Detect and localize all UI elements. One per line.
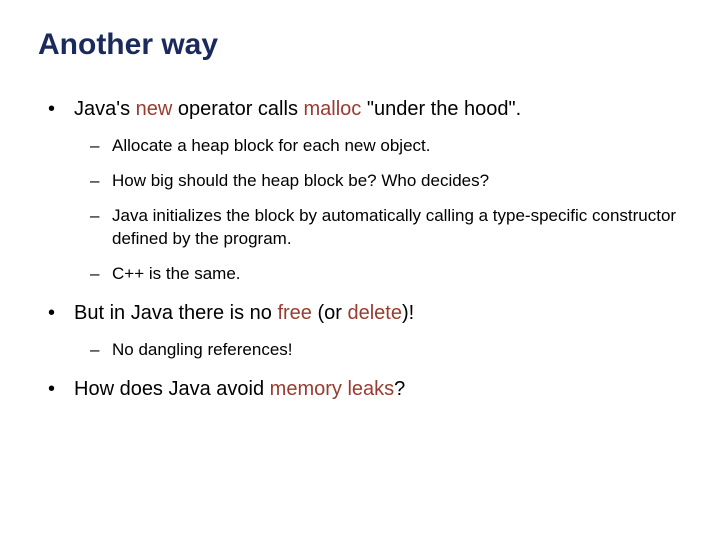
text: But in Java there is no — [74, 302, 277, 324]
text: operator calls — [172, 98, 303, 120]
text: (or — [312, 302, 348, 324]
list-item: How big should the heap block be? Who de… — [90, 170, 682, 193]
sub-list: Allocate a heap block for each new objec… — [74, 135, 682, 286]
list-item: Allocate a heap block for each new objec… — [90, 135, 682, 158]
slide-title: Another way — [38, 28, 682, 62]
list-item: C++ is the same. — [90, 263, 682, 286]
list-item: No dangling references! — [90, 339, 682, 362]
list-item: Java initializes the block by automatica… — [90, 205, 682, 251]
keyword: memory leaks — [270, 378, 394, 400]
keyword: malloc — [304, 98, 362, 120]
text: How does Java avoid — [74, 378, 270, 400]
keyword: delete — [347, 302, 402, 324]
bullet-list: Java's new operator calls malloc "under … — [38, 96, 682, 403]
text: "under the hood". — [361, 98, 521, 120]
list-item: Java's new operator calls malloc "under … — [48, 96, 682, 286]
sub-list: No dangling references! — [74, 339, 682, 362]
list-item: How does Java avoid memory leaks? — [48, 376, 682, 403]
text: Java's — [74, 98, 136, 120]
keyword: new — [136, 98, 173, 120]
text: )! — [402, 302, 414, 324]
text: ? — [394, 378, 405, 400]
keyword: free — [277, 302, 311, 324]
list-item: But in Java there is no free (or delete)… — [48, 300, 682, 362]
